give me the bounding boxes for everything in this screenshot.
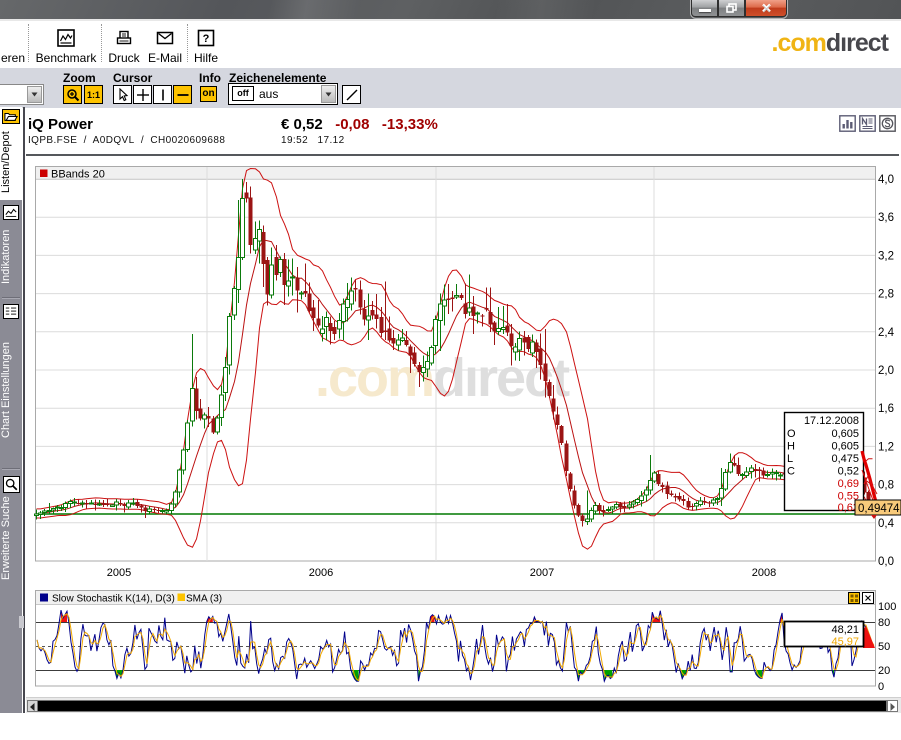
svg-text:2,4: 2,4 <box>878 327 895 339</box>
svg-text:3,2: 3,2 <box>878 250 894 262</box>
svg-text:0,52: 0,52 <box>838 466 859 478</box>
svg-text:100: 100 <box>878 601 896 613</box>
svg-text:2008: 2008 <box>752 567 776 579</box>
svg-text:17.12.2008: 17.12.2008 <box>804 415 859 427</box>
svg-text:1,2: 1,2 <box>878 441 894 453</box>
svg-text:45,97: 45,97 <box>831 636 859 648</box>
svg-text:0,69: 0,69 <box>838 478 859 490</box>
svg-text:0,475: 0,475 <box>831 453 859 465</box>
svg-text:50: 50 <box>878 641 890 653</box>
svg-text:4,0: 4,0 <box>878 174 894 186</box>
svg-text:C: C <box>787 466 795 478</box>
svg-text:2005: 2005 <box>107 567 131 579</box>
svg-text:0,49474: 0,49474 <box>858 503 900 515</box>
svg-text:0,605: 0,605 <box>831 441 859 453</box>
svg-text:SMA (3): SMA (3) <box>186 594 222 605</box>
svg-text:0: 0 <box>878 681 884 693</box>
svg-text:80: 80 <box>878 617 890 629</box>
svg-text:2,8: 2,8 <box>878 289 894 301</box>
svg-text:H: H <box>787 441 795 453</box>
svg-text:2,0: 2,0 <box>878 365 894 377</box>
svg-text:0,605: 0,605 <box>831 428 859 440</box>
svg-text:0,0: 0,0 <box>878 556 894 568</box>
svg-text:Slow Stochastik K(14), D(3): Slow Stochastik K(14), D(3) <box>52 594 175 605</box>
svg-text:3,6: 3,6 <box>878 212 894 224</box>
svg-text:0,4: 0,4 <box>878 518 895 530</box>
svg-text:.comdırect: .comdırect <box>315 348 570 408</box>
svg-text:O: O <box>787 428 796 440</box>
svg-text:48,21: 48,21 <box>831 624 859 636</box>
svg-text:2007: 2007 <box>530 567 554 579</box>
svg-text:20: 20 <box>878 665 890 677</box>
svg-text:1,6: 1,6 <box>878 403 894 415</box>
svg-text:2006: 2006 <box>309 567 333 579</box>
svg-text:L: L <box>787 453 793 465</box>
svg-text:0,8: 0,8 <box>878 480 894 492</box>
